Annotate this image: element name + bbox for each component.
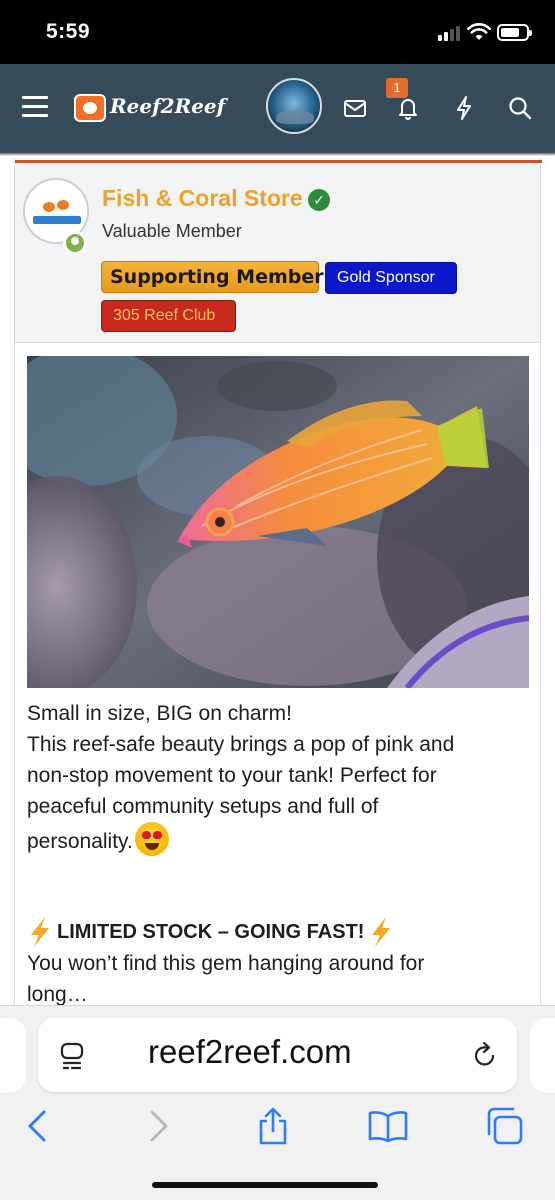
banner-gold-sponsor: Gold Sponsor bbox=[325, 262, 457, 294]
author-block-pointer bbox=[34, 330, 58, 342]
battery-icon bbox=[497, 24, 532, 41]
author-name[interactable]: Fish & Coral Store bbox=[102, 185, 303, 212]
banner-supporting-member: Supporting Member bbox=[101, 261, 324, 293]
tabs-icon[interactable] bbox=[484, 1106, 524, 1146]
url-text[interactable]: reef2reef.com bbox=[148, 1033, 352, 1071]
limited-stock-text: LIMITED STOCK – GOING FAST! bbox=[57, 920, 365, 943]
next-tab-peek[interactable] bbox=[530, 1018, 555, 1092]
wifi-icon bbox=[467, 23, 491, 40]
lightning-emoji-icon bbox=[31, 917, 49, 947]
logo-badge-icon bbox=[74, 94, 106, 122]
cellular-signal-icon bbox=[438, 26, 460, 41]
limited-stock-body: You won’t find this gem hanging around f… bbox=[27, 948, 532, 1010]
post-line: non-stop movement to your tank! Perfect … bbox=[27, 764, 437, 787]
page-menu-icon[interactable] bbox=[58, 1041, 86, 1071]
header-shadow bbox=[0, 152, 555, 156]
banner-305-reef-club: 305 Reef Club bbox=[101, 300, 236, 332]
bookmarks-icon[interactable] bbox=[368, 1106, 408, 1146]
post-body: Small in size, BIG on charm! This reef-s… bbox=[27, 698, 532, 857]
bolt-icon[interactable] bbox=[450, 94, 478, 122]
share-icon[interactable] bbox=[253, 1106, 293, 1146]
status-bar: 5:59 bbox=[0, 0, 555, 64]
notification-count-badge: 1 bbox=[386, 78, 408, 98]
menu-icon[interactable] bbox=[22, 96, 48, 118]
limited-stock-heading: LIMITED STOCK – GOING FAST! bbox=[27, 916, 394, 948]
heart-eyes-emoji-icon bbox=[134, 822, 169, 856]
reef2reef-logo[interactable]: Reef2Reef bbox=[74, 90, 225, 126]
verified-check-icon: ✓ bbox=[308, 189, 330, 211]
fish-photo[interactable] bbox=[27, 356, 529, 688]
back-icon[interactable] bbox=[18, 1106, 58, 1146]
post-line: You won’t find this gem hanging around f… bbox=[27, 952, 425, 975]
post-line: Small in size, BIG on charm! bbox=[27, 702, 292, 725]
reload-icon[interactable] bbox=[471, 1040, 499, 1070]
previous-tab-peek[interactable] bbox=[0, 1018, 26, 1092]
author-title: Valuable Member bbox=[102, 221, 242, 241]
lightning-emoji-icon bbox=[372, 917, 391, 947]
home-indicator bbox=[152, 1182, 378, 1188]
post-line-text: personality. bbox=[27, 830, 133, 853]
browser-bottom-bar: reef2reef.com bbox=[0, 1005, 555, 1200]
forward-icon[interactable] bbox=[138, 1106, 178, 1146]
bell-icon[interactable] bbox=[394, 94, 422, 122]
post-line: personality. bbox=[27, 822, 532, 857]
search-icon[interactable] bbox=[506, 94, 534, 122]
online-status-icon bbox=[63, 231, 87, 255]
post-line: This reef-safe beauty brings a pop of pi… bbox=[27, 733, 455, 756]
address-bar[interactable]: reef2reef.com bbox=[38, 1018, 517, 1092]
post-line: peaceful community setups and full of bbox=[27, 795, 379, 818]
author-block: Fish & Coral Store ✓ Valuable Member Sup… bbox=[15, 163, 540, 343]
user-avatar-button[interactable] bbox=[266, 78, 322, 134]
logo-text: Reef2Reef bbox=[110, 94, 226, 118]
post-card: Fish & Coral Store ✓ Valuable Member Sup… bbox=[14, 158, 542, 1018]
inbox-icon[interactable] bbox=[341, 94, 369, 122]
app-header: Reef2Reef 1 bbox=[0, 64, 555, 152]
status-time: 5:59 bbox=[46, 20, 91, 43]
